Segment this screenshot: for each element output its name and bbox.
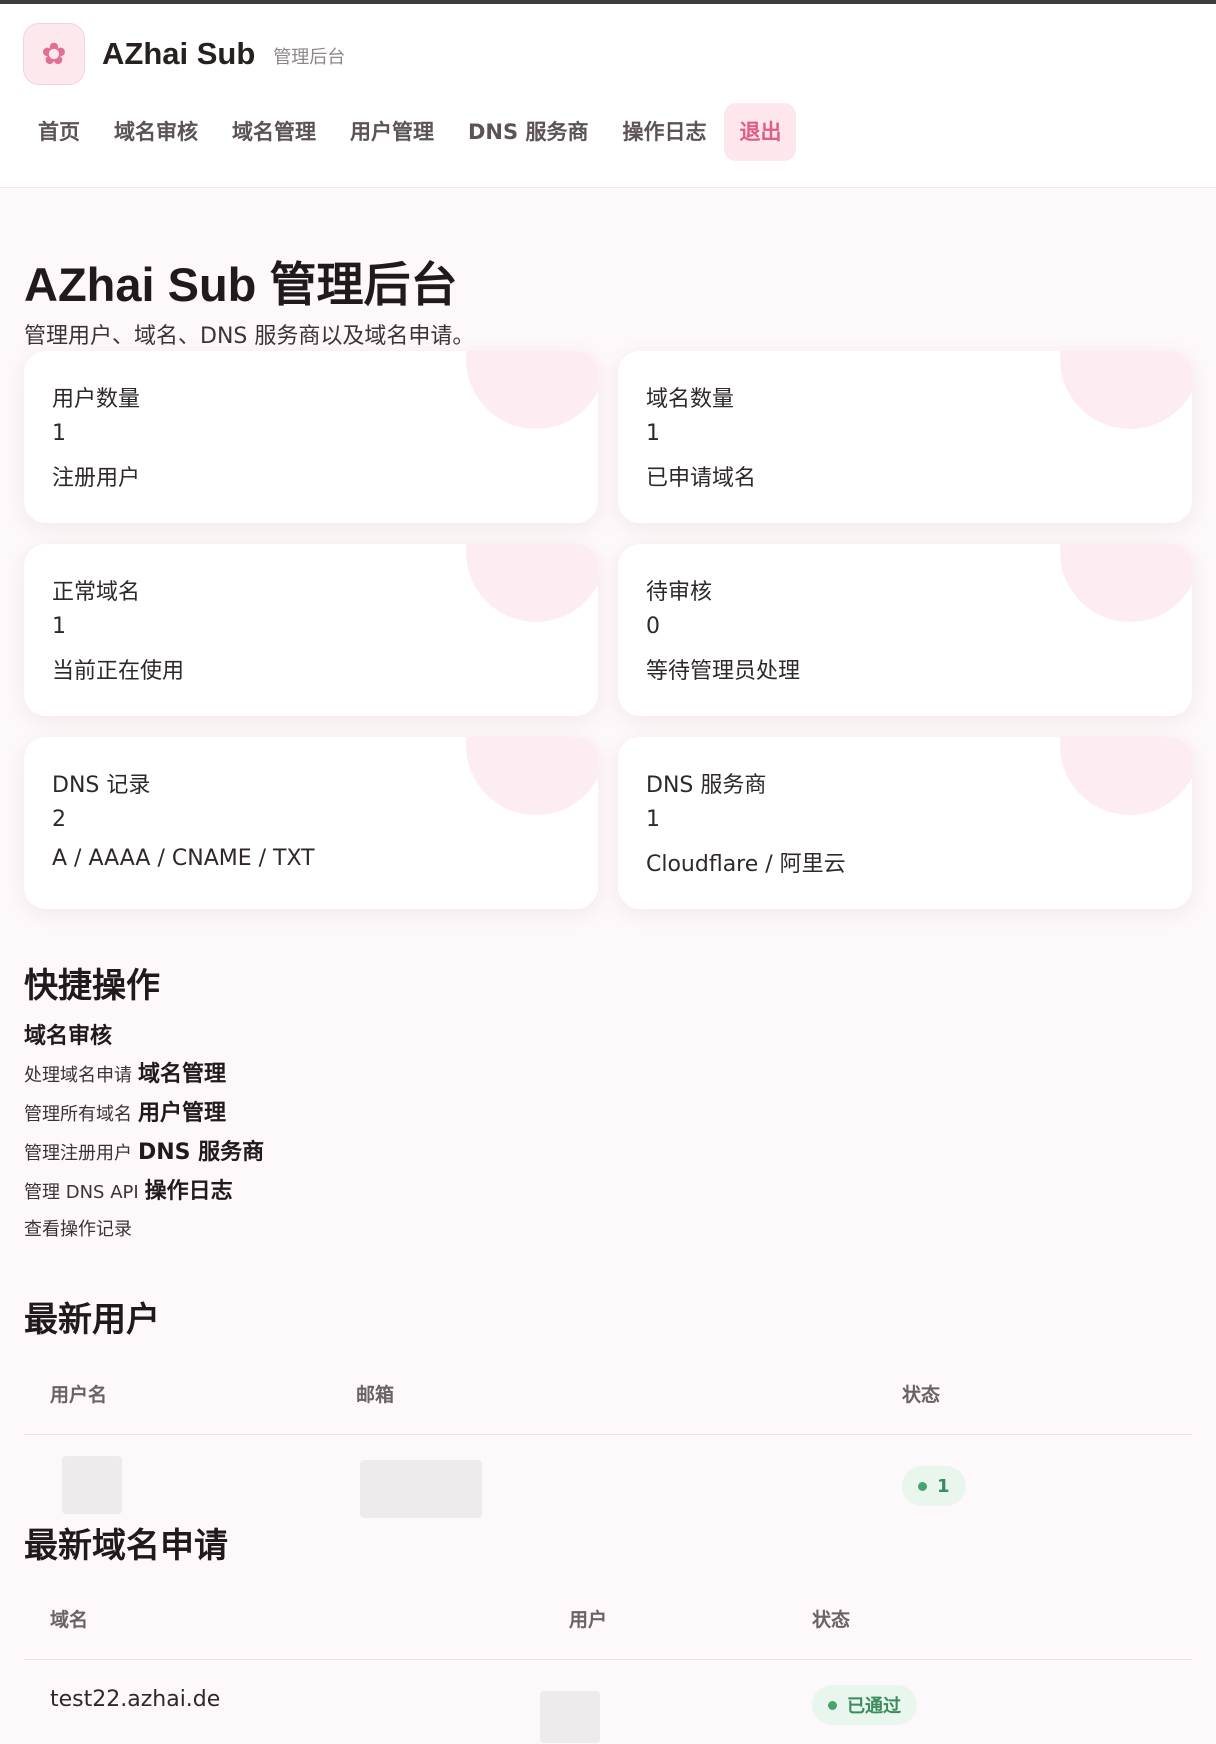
- quick-line: 管理注册用户 DNS 服务商: [24, 1134, 264, 1166]
- stat-value: 1: [52, 614, 66, 639]
- quick-desc: 处理域名申请: [24, 1065, 132, 1086]
- stat-note: 等待管理员处理: [646, 659, 801, 684]
- column-header-username: 用户名: [50, 1384, 108, 1406]
- stat-note: Cloudflare / 阿里云: [646, 852, 846, 877]
- stat-value: 1: [646, 421, 660, 446]
- stat-label: 待审核: [646, 580, 713, 605]
- brand-name: AZhai Sub: [102, 36, 256, 71]
- quick-link-domain-review[interactable]: 域名审核: [24, 1024, 112, 1049]
- stat-value: 1: [646, 807, 660, 832]
- brand[interactable]: ✿ AZhai Sub 管理后台: [23, 23, 345, 85]
- status-badge: 已通过: [812, 1685, 917, 1725]
- stat-note: 当前正在使用: [52, 659, 185, 684]
- logout-button[interactable]: 退出: [724, 103, 797, 161]
- page-description: 管理用户、域名、DNS 服务商以及域名申请。: [24, 324, 475, 349]
- card-decoration: [1060, 737, 1192, 815]
- quick-link-domain-management[interactable]: 域名管理: [138, 1062, 226, 1087]
- nav-item-domain-management[interactable]: 域名管理: [216, 103, 332, 161]
- table-divider: [24, 1434, 1192, 1435]
- quick-line: 管理所有域名 用户管理: [24, 1095, 226, 1127]
- stat-label: 正常域名: [52, 580, 141, 605]
- redacted-email: [360, 1460, 482, 1518]
- stat-label: DNS 服务商: [646, 773, 767, 798]
- stat-label: DNS 记录: [52, 773, 151, 798]
- latest-domains-table: 域名 用户 状态 test22.azhai.de 已通过: [24, 1593, 1192, 1743]
- card-decoration: [466, 544, 598, 622]
- stat-card-users: 用户数量 1 注册用户: [24, 351, 598, 523]
- card-decoration: [466, 351, 598, 429]
- stat-value: 1: [52, 421, 66, 446]
- stat-card-pending: 待审核 0 等待管理员处理: [618, 544, 1192, 716]
- column-header-email: 邮箱: [356, 1384, 395, 1406]
- nav-item-domain-review[interactable]: 域名审核: [98, 103, 214, 161]
- quick-desc: 管理 DNS API: [24, 1182, 139, 1203]
- quick-link-user-management[interactable]: 用户管理: [138, 1101, 226, 1126]
- quick-desc: 查看操作记录: [24, 1219, 132, 1240]
- main-nav: 首页 域名审核 域名管理 用户管理 DNS 服务商 操作日志 退出: [22, 103, 798, 161]
- domain-name: test22.azhai.de: [50, 1687, 221, 1712]
- sakura-icon: ✿: [23, 23, 85, 85]
- latest-users-table: 用户名 邮箱 状态 1: [24, 1368, 1192, 1518]
- stat-card-domains: 域名数量 1 已申请域名: [618, 351, 1192, 523]
- quick-line: 查看操作记录: [24, 1215, 132, 1241]
- page-title: AZhai Sub 管理后台: [24, 258, 458, 311]
- nav-item-home[interactable]: 首页: [22, 103, 96, 161]
- quick-desc: 管理注册用户: [24, 1143, 132, 1164]
- top-header: ✿ AZhai Sub 管理后台 首页 域名审核 域名管理 用户管理 DNS 服…: [0, 4, 1216, 188]
- quick-desc: 管理所有域名: [24, 1104, 132, 1125]
- column-header-user: 用户: [569, 1609, 608, 1631]
- brand-subtitle: 管理后台: [273, 47, 346, 68]
- nav-item-dns-providers[interactable]: DNS 服务商: [452, 103, 604, 161]
- stat-label: 用户数量: [52, 387, 141, 412]
- stat-value: 2: [52, 807, 66, 832]
- card-decoration: [1060, 544, 1192, 622]
- stat-label: 域名数量: [646, 387, 735, 412]
- redacted-user: [540, 1691, 600, 1743]
- stat-note: 注册用户: [52, 466, 141, 491]
- quick-line: 域名审核: [24, 1018, 112, 1050]
- latest-users-title: 最新用户: [24, 1301, 160, 1339]
- card-decoration: [466, 737, 598, 815]
- nav-item-user-management[interactable]: 用户管理: [334, 103, 450, 161]
- column-header-status: 状态: [812, 1609, 851, 1631]
- quick-link-dns-providers[interactable]: DNS 服务商: [138, 1140, 264, 1165]
- stat-note: 已申请域名: [646, 466, 757, 491]
- stat-value: 0: [646, 614, 660, 639]
- status-text: 已通过: [847, 1696, 901, 1717]
- quick-actions-title: 快捷操作: [24, 967, 160, 1005]
- column-header-status: 状态: [902, 1384, 941, 1406]
- stat-card-dns-records: DNS 记录 2 A / AAAA / CNAME / TXT: [24, 737, 598, 909]
- status-text: 1: [937, 1475, 950, 1497]
- status-badge: 1: [902, 1466, 966, 1506]
- status-dot-icon: [828, 1700, 837, 1710]
- table-divider: [24, 1659, 1192, 1660]
- stat-card-dns-providers: DNS 服务商 1 Cloudflare / 阿里云: [618, 737, 1192, 909]
- column-header-domain: 域名: [50, 1609, 89, 1631]
- latest-domains-title: 最新域名申请: [24, 1527, 228, 1565]
- quick-line: 处理域名申请 域名管理: [24, 1056, 226, 1088]
- stat-note: A / AAAA / CNAME / TXT: [52, 846, 315, 871]
- quick-line: 管理 DNS API 操作日志: [24, 1173, 233, 1205]
- card-decoration: [1060, 351, 1192, 429]
- nav-item-operation-logs[interactable]: 操作日志: [606, 103, 722, 161]
- stat-card-active-domains: 正常域名 1 当前正在使用: [24, 544, 598, 716]
- redacted-username: [62, 1456, 122, 1514]
- status-dot-icon: [918, 1481, 927, 1491]
- quick-link-operation-logs[interactable]: 操作日志: [145, 1179, 233, 1204]
